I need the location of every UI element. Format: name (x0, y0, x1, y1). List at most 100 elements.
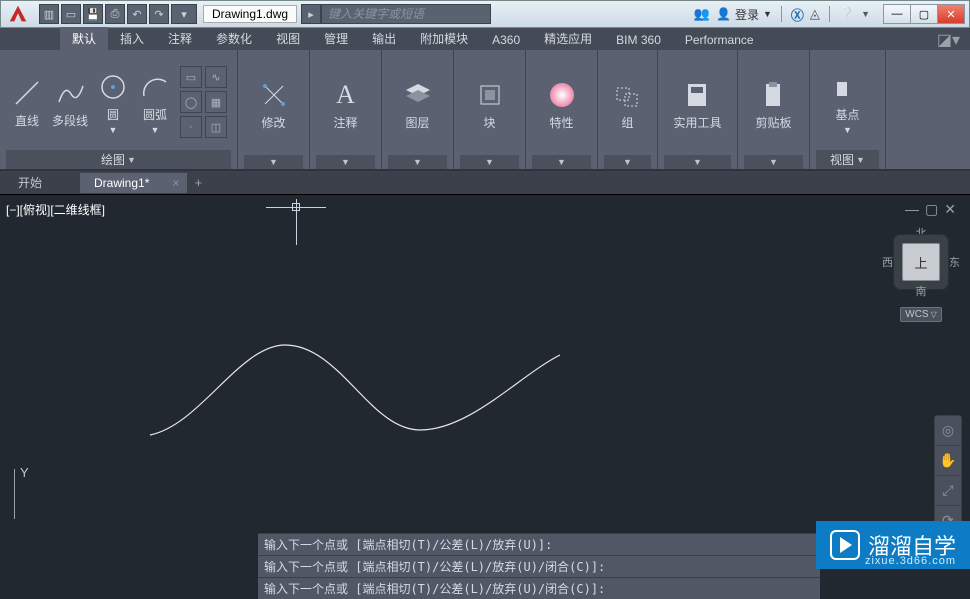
tool-line[interactable]: 直线 (10, 76, 44, 129)
quick-access-toolbar: ▥ ▭ 💾 ⎙ ↶ ↷ ▾ (35, 4, 201, 24)
panel-draw-label[interactable]: 绘图▼ (6, 150, 231, 169)
panel-block: 块 ▼ (454, 50, 526, 169)
qat-dropdown[interactable]: ▾ (171, 4, 197, 24)
panel-utilities-dd[interactable]: ▼ (664, 155, 731, 169)
login-button[interactable]: 👤 登录 ▼ (716, 6, 772, 23)
maximize-button[interactable]: ▢ (910, 4, 938, 24)
tool-layers[interactable]: 图层 (401, 78, 435, 131)
tool-text[interactable]: A注释 (329, 78, 363, 131)
new-tab-button[interactable]: + (187, 175, 209, 190)
panel-utilities: 实用工具 ▼ (658, 50, 738, 169)
tool-ellipse-icon[interactable]: ◯ (180, 91, 202, 113)
login-label: 登录 (735, 6, 759, 23)
viewcube-top[interactable]: 上 (902, 243, 940, 281)
cmd-line: 输入下一个点或 [端点相切(T)/公差(L)/放弃(U)]: (258, 533, 820, 555)
wcs-button[interactable]: WCS▽ (900, 307, 942, 322)
infocenter-icon[interactable]: 👥 (694, 6, 710, 22)
panel-clipboard: 剪贴板 ▼ (738, 50, 810, 169)
app-icon[interactable] (1, 0, 35, 28)
tool-modify[interactable]: 修改 (257, 78, 291, 131)
file-tabs: 开始 Drawing1*× + (0, 170, 970, 194)
panel-group-dd[interactable]: ▼ (604, 155, 651, 169)
tab-insert[interactable]: 插入 (108, 27, 156, 50)
tool-rect-icon[interactable]: ▭ (180, 66, 202, 88)
tool-utilities[interactable]: 实用工具 (673, 78, 721, 131)
panel-view-label[interactable]: 视图▼ (816, 150, 879, 169)
panel-layers: 图层 ▼ (382, 50, 454, 169)
nav-wheel-icon[interactable]: ◎ (935, 416, 961, 446)
tool-region-icon[interactable]: ◫ (205, 116, 227, 138)
viewport-controls: — ▢ ✕ (905, 201, 956, 218)
panel-layers-dd[interactable]: ▼ (388, 155, 447, 169)
close-button[interactable]: ✕ (937, 4, 965, 24)
command-history: 输入下一个点或 [端点相切(T)/公差(L)/放弃(U)]: 输入下一个点或 [… (258, 533, 820, 599)
viewport-label[interactable]: [−][俯视][二维线框] (6, 201, 105, 218)
tab-view[interactable]: 视图 (264, 27, 312, 50)
user-icon: 👤 (716, 7, 731, 21)
panel-modify-dd[interactable]: ▼ (244, 155, 303, 169)
watermark-play-icon (830, 530, 860, 560)
tool-point-icon[interactable]: · (180, 116, 202, 138)
panel-properties-dd[interactable]: ▼ (532, 155, 591, 169)
exchange-icon[interactable]: Ⓧ (791, 5, 804, 24)
draw-small-tools: ▭ ∿ ◯ ▦ · ◫ (180, 66, 227, 138)
tool-polyline[interactable]: 多段线 (52, 76, 88, 129)
nav-zoom-icon[interactable]: ⤢ (935, 476, 961, 506)
tab-a360[interactable]: A360 (480, 30, 532, 50)
panel-block-dd[interactable]: ▼ (460, 155, 519, 169)
tool-properties[interactable]: 特性 (545, 78, 579, 131)
tab-performance[interactable]: Performance (673, 30, 766, 50)
cmd-line: 输入下一个点或 [端点相切(T)/公差(L)/放弃(U)/闭合(C)]: (258, 577, 820, 599)
nav-pan-icon[interactable]: ✋ (935, 446, 961, 476)
panel-view: 基点▼ 视图▼ (810, 50, 886, 169)
panel-draw: 直线 多段线 圆▼ 圆弧▼ ▭ ∿ ◯ ▦ · ◫ 绘图▼ (0, 50, 238, 169)
viewport-maximize-icon[interactable]: ▢ (925, 201, 938, 218)
ucs-icon: Y (14, 469, 15, 519)
ribbon-collapse-icon[interactable]: ◪▾ (927, 30, 970, 50)
watermark: 溜溜自学 zixue.3d66.com (816, 521, 970, 569)
watermark-url: zixue.3d66.com (865, 555, 956, 567)
tool-group[interactable]: 组 (611, 78, 645, 131)
qat-save-icon[interactable]: 💾 (83, 4, 103, 24)
tool-spline-icon[interactable]: ∿ (205, 66, 227, 88)
file-tab-current[interactable]: Drawing1*× (80, 173, 187, 193)
search-toggle-icon[interactable]: ▸ (301, 4, 321, 24)
tab-annotate[interactable]: 注释 (156, 27, 204, 50)
help-icon[interactable]: ❔ (839, 6, 855, 22)
tab-parametric[interactable]: 参数化 (204, 27, 264, 50)
file-tab-start[interactable]: 开始 (4, 171, 80, 194)
close-tab-icon[interactable]: × (172, 176, 179, 190)
ribbon-tabs: 默认 插入 注释 参数化 视图 管理 输出 附加模块 A360 精选应用 BIM… (0, 28, 970, 50)
panel-group: 组 ▼ (598, 50, 658, 169)
tool-circle[interactable]: 圆▼ (96, 70, 130, 135)
view-cube[interactable]: 北 西上东 南 WCS▽ (882, 225, 960, 322)
qat-new-icon[interactable]: ▥ (39, 4, 59, 24)
qat-undo-icon[interactable]: ↶ (127, 4, 147, 24)
minimize-button[interactable]: — (883, 4, 911, 24)
tool-arc[interactable]: 圆弧▼ (138, 70, 172, 135)
viewport-close-icon[interactable]: ✕ (944, 201, 956, 218)
panel-clipboard-dd[interactable]: ▼ (744, 155, 803, 169)
tool-base[interactable]: 基点▼ (831, 70, 865, 135)
panel-annotate-dd[interactable]: ▼ (316, 155, 375, 169)
qat-redo-icon[interactable]: ↷ (149, 4, 169, 24)
tab-manage[interactable]: 管理 (312, 27, 360, 50)
spline-curve (140, 335, 580, 455)
tab-addins[interactable]: 附加模块 (408, 27, 480, 50)
tool-hatch-icon[interactable]: ▦ (205, 91, 227, 113)
ribbon: 直线 多段线 圆▼ 圆弧▼ ▭ ∿ ◯ ▦ · ◫ 绘图▼ 修改 ▼ A注释 ▼… (0, 50, 970, 170)
tool-clipboard[interactable]: 剪贴板 (755, 78, 791, 131)
tab-output[interactable]: 输出 (360, 27, 408, 50)
search-input[interactable]: 键入关键字或短语 (321, 4, 491, 24)
tab-featured[interactable]: 精选应用 (532, 27, 604, 50)
tab-bim360[interactable]: BIM 360 (604, 30, 673, 50)
a360-icon[interactable]: ◬ (810, 6, 820, 22)
cmd-line: 输入下一个点或 [端点相切(T)/公差(L)/放弃(U)/闭合(C)]: (258, 555, 820, 577)
panel-properties: 特性 ▼ (526, 50, 598, 169)
qat-open-icon[interactable]: ▭ (61, 4, 81, 24)
tool-block[interactable]: 块 (473, 78, 507, 131)
viewport-minimize-icon[interactable]: — (905, 201, 919, 218)
panel-modify: 修改 ▼ (238, 50, 310, 169)
qat-saveas-icon[interactable]: ⎙ (105, 4, 125, 24)
tab-default[interactable]: 默认 (60, 27, 108, 50)
